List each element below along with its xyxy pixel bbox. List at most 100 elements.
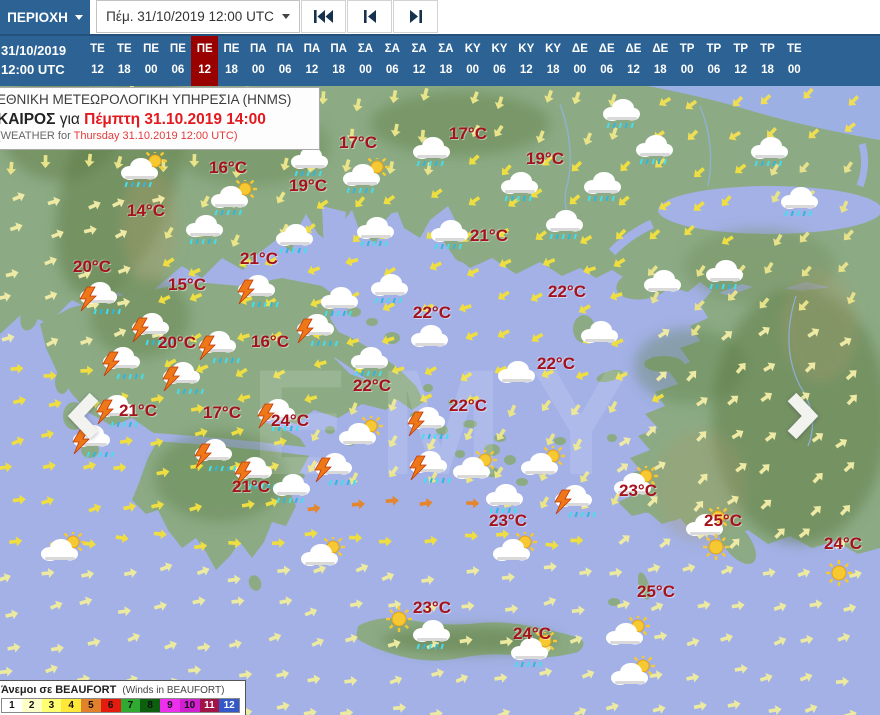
wind-arrow-icon xyxy=(117,605,132,618)
timeline-cell-ΠΑ-18[interactable]: ΠΑ 18 xyxy=(325,36,352,86)
timeline-cell-ΠΕ-00[interactable]: ΠΕ 00 xyxy=(138,36,165,86)
timeline-cell-ΣΑ-00[interactable]: ΣΑ 00 xyxy=(352,36,379,86)
wind-arrow-icon xyxy=(772,600,789,614)
timeline-cell-ΚΥ-12[interactable]: ΚΥ 12 xyxy=(513,36,540,86)
wind-arrow-icon xyxy=(423,600,440,615)
timeline-cell-ΔΕ-06[interactable]: ΔΕ 06 xyxy=(593,36,620,86)
timeline-cell-ΔΕ-00[interactable]: ΔΕ 00 xyxy=(566,36,593,86)
timeline-hour-label: 06 xyxy=(600,64,614,76)
wind-arrow-icon xyxy=(228,194,244,211)
wind-arrow-icon xyxy=(4,267,20,281)
forecast-title-bold: ΚΑΙΡΟΣ xyxy=(0,110,56,128)
wind-arrow-icon xyxy=(389,122,402,138)
timeline-hour-label: 12 xyxy=(198,64,212,76)
wind-arrow-icon xyxy=(238,668,253,681)
wind-arrow-icon xyxy=(501,571,516,584)
timeline-cell-ΔΕ-18[interactable]: ΔΕ 18 xyxy=(647,36,674,86)
previous-map-button[interactable] xyxy=(64,391,104,441)
timeline-cell-ΠΑ-00[interactable]: ΠΑ 00 xyxy=(245,36,272,86)
wind-arrow-icon xyxy=(236,255,253,271)
timeline-cell-ΤΕ-18[interactable]: ΤΕ 18 xyxy=(111,36,138,86)
step-forward-button[interactable] xyxy=(393,0,438,33)
wind-arrow-icon xyxy=(348,532,363,543)
wind-arrow-icon xyxy=(187,289,204,305)
timeline-cell-ΔΕ-12[interactable]: ΔΕ 12 xyxy=(620,36,647,86)
wind-arrow-icon xyxy=(349,430,366,447)
timeline-cell-ΤΕ-12[interactable]: ΤΕ 12 xyxy=(84,36,111,86)
timeline-cell-ΤΕ-00[interactable]: ΤΕ 00 xyxy=(781,36,808,86)
skip-to-start-button[interactable] xyxy=(301,0,346,33)
wind-arrow-icon xyxy=(187,330,204,346)
datetime-dropdown[interactable]: Πέμ. 31/10/2019 12:00 UTC xyxy=(96,0,300,33)
wind-arrow-icon xyxy=(344,632,360,646)
timeline-cell-ΠΑ-06[interactable]: ΠΑ 06 xyxy=(272,36,299,86)
timeline-cell-ΣΑ-18[interactable]: ΣΑ 18 xyxy=(432,36,459,86)
wind-arrow-icon xyxy=(158,560,175,575)
wind-arrow-icon xyxy=(577,232,594,248)
timeline-day-label: ΠΕ xyxy=(143,43,160,55)
wind-arrow-icon xyxy=(457,369,474,385)
wind-arrow-icon xyxy=(306,673,322,686)
timeline-cell-ΠΑ-12[interactable]: ΠΑ 12 xyxy=(298,36,325,86)
wind-arrow-icon xyxy=(385,463,402,481)
wind-arrow-icon xyxy=(378,536,393,547)
wind-arrow-icon xyxy=(718,192,735,210)
wind-arrow-icon xyxy=(423,436,439,453)
timeline-cell-ΠΕ-18[interactable]: ΠΕ 18 xyxy=(218,36,245,86)
timeline-cell-ΤΡ-18[interactable]: ΤΡ 18 xyxy=(754,36,781,86)
wind-arrow-icon xyxy=(719,232,736,248)
wind-arrow-icon xyxy=(656,94,673,110)
wind-arrow-icon xyxy=(123,566,138,580)
wind-arrow-icon xyxy=(842,707,859,715)
wind-arrow-icon xyxy=(649,669,664,682)
chevron-down-icon xyxy=(74,14,83,20)
timeline-cell-ΣΑ-06[interactable]: ΣΑ 06 xyxy=(379,36,406,86)
step-back-button[interactable] xyxy=(347,0,392,33)
timeline-cell-ΠΕ-12[interactable]: ΠΕ 12 xyxy=(191,36,219,86)
wind-arrow-icon xyxy=(463,328,480,344)
wind-arrow-icon xyxy=(758,671,775,685)
timeline-cell-ΚΥ-00[interactable]: ΚΥ 00 xyxy=(459,36,486,86)
wind-arrow-icon xyxy=(155,466,171,479)
wind-arrow-icon xyxy=(262,253,279,269)
wind-arrow-icon xyxy=(344,335,361,349)
wind-arrow-icon xyxy=(312,562,328,577)
wind-arrow-icon xyxy=(193,426,210,440)
wind-arrow-icon xyxy=(614,459,632,476)
wind-arrow-icon xyxy=(457,229,475,246)
timeline-cell-ΣΑ-12[interactable]: ΣΑ 12 xyxy=(406,36,433,86)
wind-arrow-icon xyxy=(690,198,707,215)
timeline-hour-label: 00 xyxy=(466,64,480,76)
region-dropdown-button[interactable]: ΠΕΡΙΟΧΗ xyxy=(0,0,90,34)
timeline-cell-ΚΥ-18[interactable]: ΚΥ 18 xyxy=(540,36,567,86)
wind-arrow-icon xyxy=(264,495,280,510)
next-map-button[interactable] xyxy=(782,391,822,441)
timeline-hour-label: 00 xyxy=(680,64,694,76)
wind-arrow-icon xyxy=(228,637,244,651)
wind-arrow-icon xyxy=(649,390,666,406)
wind-arrow-icon xyxy=(10,434,26,449)
wind-arrow-icon xyxy=(114,390,131,404)
wind-arrow-icon xyxy=(0,290,13,304)
wind-arrow-icon xyxy=(43,370,57,382)
timeline-cell-ΠΕ-06[interactable]: ΠΕ 06 xyxy=(164,36,191,86)
timeline-cell-ΤΡ-06[interactable]: ΤΡ 06 xyxy=(700,36,727,86)
wind-arrow-icon xyxy=(305,263,322,278)
wind-arrow-icon xyxy=(193,361,210,376)
timeline-cell-ΤΡ-00[interactable]: ΤΡ 00 xyxy=(674,36,701,86)
timeline-day-label: ΔΕ xyxy=(652,43,669,55)
wind-arrow-icon xyxy=(380,192,397,208)
timeline-cell-ΤΡ-12[interactable]: ΤΡ 12 xyxy=(727,36,754,86)
wind-arrow-icon xyxy=(644,492,662,510)
wind-arrow-icon xyxy=(161,355,179,371)
wind-arrow-icon xyxy=(308,427,324,444)
timeline-cell-ΚΥ-06[interactable]: ΚΥ 06 xyxy=(486,36,513,86)
timeline-day-label: ΔΕ xyxy=(625,43,642,55)
wind-arrow-icon xyxy=(351,194,368,211)
wind-arrow-icon xyxy=(150,499,166,512)
wind-arrow-icon xyxy=(682,97,699,113)
beaufort-cell-4: 4 xyxy=(61,699,81,712)
wind-arrow-icon xyxy=(390,363,406,377)
wind-arrow-icon xyxy=(581,131,596,147)
wind-arrow-icon xyxy=(272,435,289,449)
